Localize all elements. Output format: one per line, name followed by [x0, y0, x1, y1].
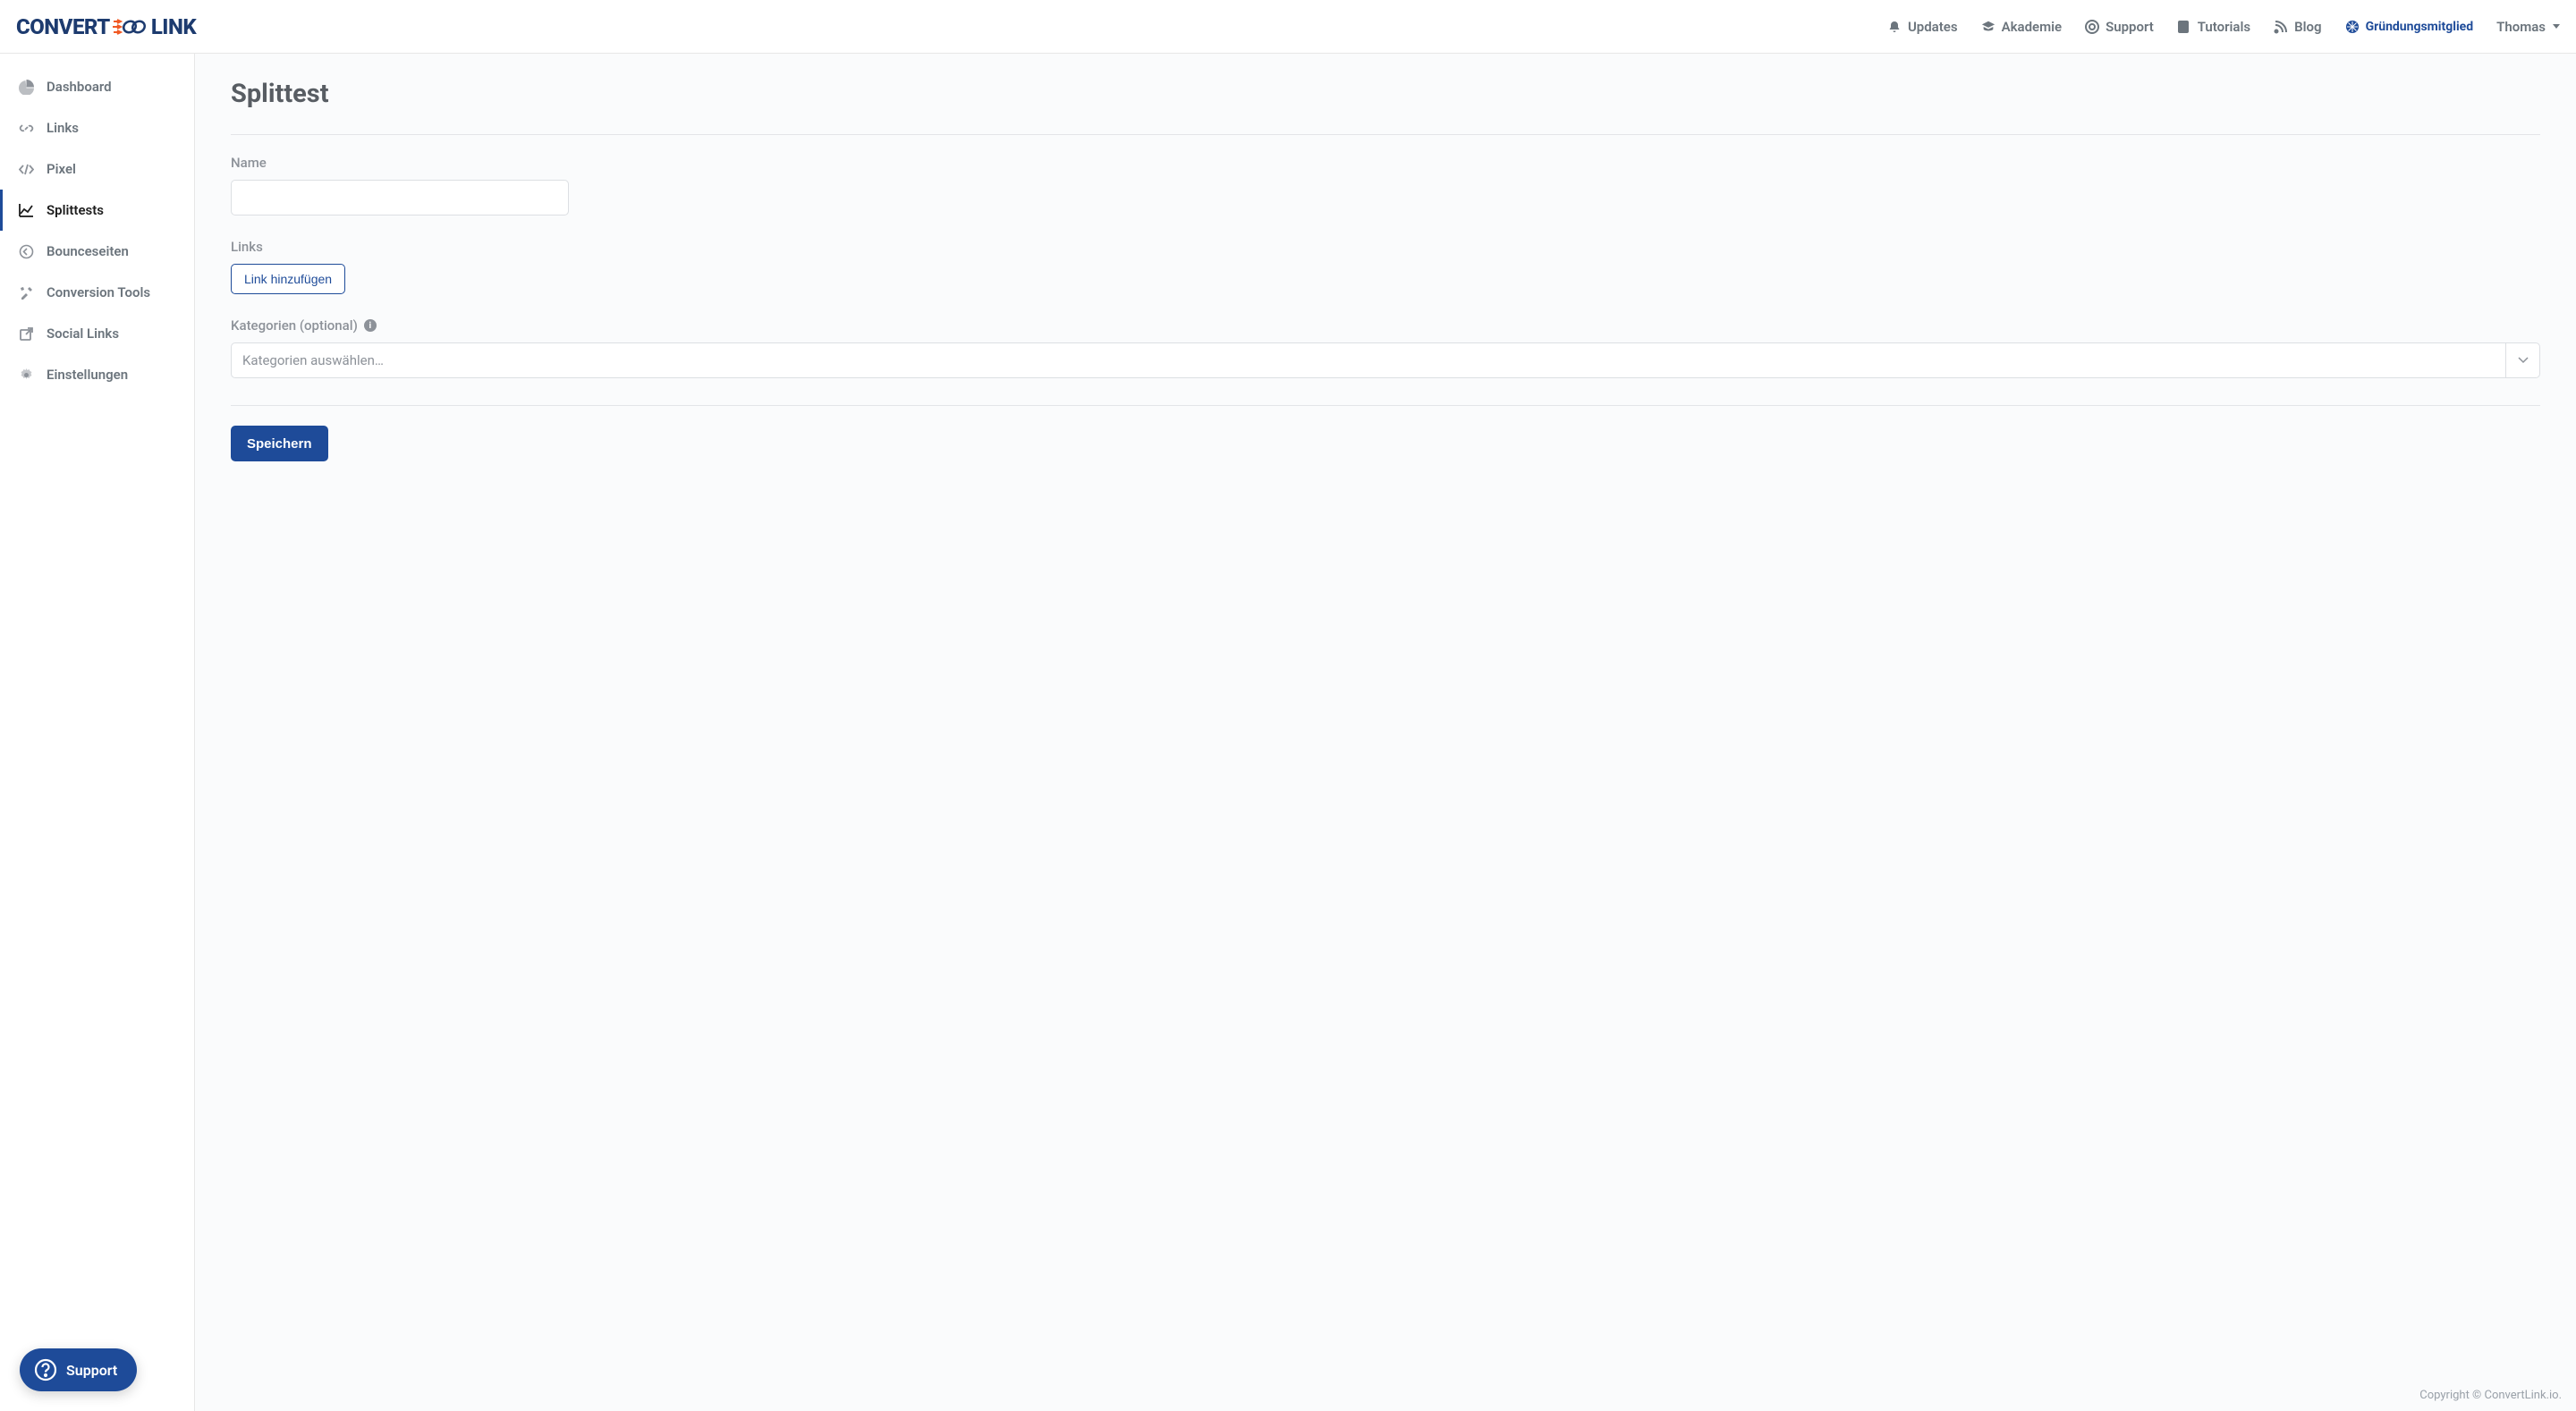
- sidebar-item-label: Conversion Tools: [47, 284, 150, 300]
- chart-line-icon: [19, 203, 34, 218]
- founder-badge-label: Gründungsmitglied: [2366, 20, 2474, 34]
- nav-support[interactable]: Support: [2085, 19, 2154, 35]
- nav-updates-label: Updates: [1908, 19, 1958, 35]
- user-name: Thomas: [2496, 19, 2546, 35]
- sidebar-item-label: Bounceseiten: [47, 243, 129, 259]
- sidebar-item-social-links[interactable]: Social Links: [0, 313, 194, 354]
- chevron-down-icon: [2505, 343, 2539, 377]
- sidebar-item-label: Social Links: [47, 325, 119, 342]
- nav-tutorials-label: Tutorials: [2198, 19, 2250, 35]
- separator: [231, 134, 2540, 135]
- main-content: Splittest Name Links Link hinzufügen Kat…: [195, 54, 2576, 1411]
- brand-text-2: LINK: [151, 14, 196, 39]
- founder-badge: Gründungsmitglied: [2345, 20, 2474, 34]
- gear-icon: [19, 368, 34, 383]
- add-link-button[interactable]: Link hinzufügen: [231, 264, 345, 294]
- external-link-icon: [19, 326, 34, 342]
- brand-text-1: CONVERT: [16, 14, 110, 39]
- name-label: Name: [231, 155, 2540, 171]
- code-icon: [19, 162, 34, 177]
- categories-label-text: Kategorien (optional): [231, 317, 358, 334]
- rss-icon: [2274, 20, 2288, 34]
- nav-right: Updates Akademie Support Tutorials Blog: [1887, 19, 2560, 35]
- brand-link-icon: [112, 16, 149, 38]
- chart-pie-icon: [19, 80, 34, 95]
- categories-placeholder: Kategorien auswählen…: [232, 343, 2505, 377]
- help-circle-icon: [34, 1358, 57, 1381]
- sidebar-item-pixel[interactable]: Pixel: [0, 148, 194, 190]
- sidebar-item-label: Splittests: [47, 202, 104, 218]
- support-fab-label: Support: [66, 1362, 117, 1379]
- user-menu[interactable]: Thomas: [2496, 19, 2560, 35]
- sidebar-item-label: Pixel: [47, 161, 76, 177]
- life-ring-icon: [2085, 20, 2099, 34]
- sidebar-item-links[interactable]: Links: [0, 107, 194, 148]
- sidebar-item-label: Links: [47, 120, 79, 136]
- graduation-cap-icon: [1981, 20, 1996, 34]
- sidebar-item-bounceseiten[interactable]: Bounceseiten: [0, 231, 194, 272]
- save-button[interactable]: Speichern: [231, 426, 328, 461]
- nav-support-label: Support: [2106, 19, 2154, 35]
- sidebar-item-splittests[interactable]: Splittests: [0, 190, 194, 231]
- sidebar-item-dashboard[interactable]: Dashboard: [0, 66, 194, 107]
- categories-select[interactable]: Kategorien auswählen…: [231, 342, 2540, 378]
- info-icon[interactable]: i: [364, 319, 377, 332]
- nav-akademie[interactable]: Akademie: [1981, 19, 2063, 35]
- arrow-circle-icon: [19, 244, 34, 259]
- separator: [231, 405, 2540, 406]
- layout: Dashboard Links Pixel Splittests Bounces…: [0, 54, 2576, 1411]
- nav-updates[interactable]: Updates: [1887, 19, 1958, 35]
- nav-akademie-label: Akademie: [2002, 19, 2063, 35]
- chevron-down-icon: [2553, 24, 2560, 29]
- bell-icon: [1887, 20, 1902, 34]
- nav-tutorials[interactable]: Tutorials: [2177, 19, 2250, 35]
- page-title: Splittest: [231, 79, 2540, 109]
- nav-blog[interactable]: Blog: [2274, 19, 2321, 35]
- name-input[interactable]: [231, 180, 569, 215]
- sidebar-item-label: Einstellungen: [47, 367, 128, 383]
- sidebar-item-einstellungen[interactable]: Einstellungen: [0, 354, 194, 395]
- link-icon: [19, 121, 34, 136]
- award-icon: [2345, 20, 2360, 34]
- support-fab[interactable]: Support: [20, 1348, 137, 1391]
- links-label: Links: [231, 239, 2540, 255]
- book-icon: [2177, 20, 2191, 34]
- footer-copyright: Copyright © ConvertLink.io.: [2419, 1389, 2562, 1402]
- header: CONVERT LINK Updates: [0, 0, 2576, 54]
- sidebar-item-conversion-tools[interactable]: Conversion Tools: [0, 272, 194, 313]
- categories-label: Kategorien (optional) i: [231, 317, 2540, 334]
- sidebar-item-label: Dashboard: [47, 79, 112, 95]
- sidebar: Dashboard Links Pixel Splittests Bounces…: [0, 54, 195, 1411]
- nav-blog-label: Blog: [2294, 19, 2321, 35]
- tools-icon: [19, 285, 34, 300]
- brand-logo[interactable]: CONVERT LINK: [16, 14, 196, 39]
